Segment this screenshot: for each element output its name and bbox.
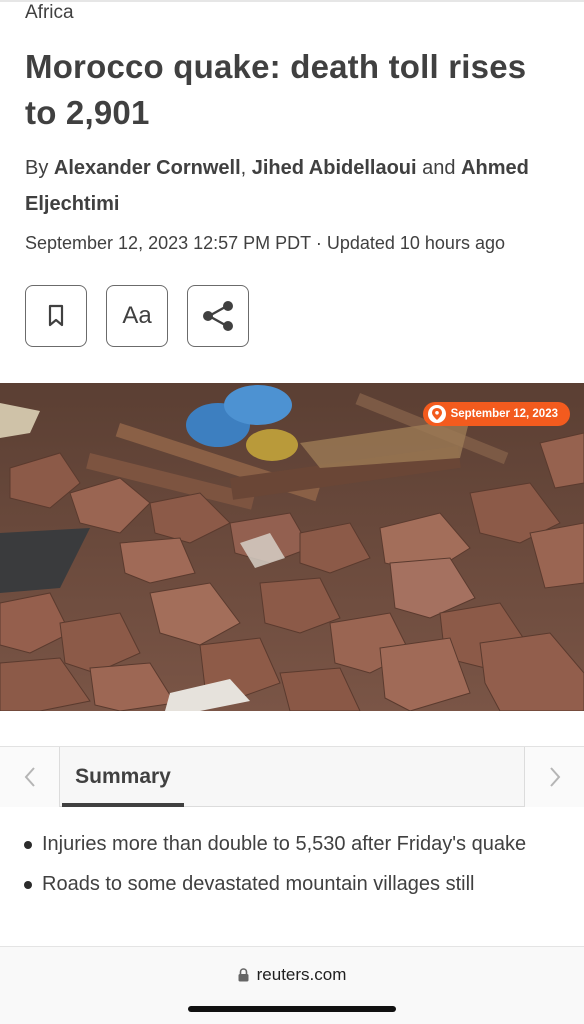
summary-bullet: Roads to some devastated mountain villag… [22,866,562,902]
date-badge-text: September 12, 2023 [450,408,558,420]
article-image[interactable]: September 12, 2023 [0,383,584,711]
summary-tabs: Summary [0,746,584,807]
prev-button[interactable] [0,747,60,807]
author-link[interactable]: Jihed Abidellaoui [252,157,417,179]
dateline: September 12, 2023 12:57 PM PDT · Update… [25,233,505,253]
chevron-right-icon [549,767,560,787]
home-indicator[interactable] [188,1006,396,1012]
bookmark-icon [48,304,64,327]
text-size-button[interactable]: Aa [106,285,168,347]
byline-separator: , [240,157,247,179]
byline-prefix: By [25,157,49,179]
rubble-photo [0,383,584,711]
browser-address-bar: reuters.com [0,946,584,1024]
date-badge: September 12, 2023 [422,402,570,426]
bookmark-button[interactable] [25,285,87,347]
byline-separator: and [422,157,456,179]
summary-list: Injuries more than double to 5,530 after… [22,826,562,906]
headline: Morocco quake: death toll rises to 2,901 [25,48,527,131]
tab-summary[interactable]: Summary [62,747,184,807]
section-tag[interactable]: Africa [25,2,74,24]
top-divider [0,0,584,2]
url-display[interactable]: reuters.com [0,965,584,985]
share-icon [203,301,233,331]
next-button[interactable] [524,747,584,807]
share-button[interactable] [187,285,249,347]
summary-bullet: Injuries more than double to 5,530 after… [22,826,562,862]
url-text: reuters.com [256,965,347,984]
location-pin-icon [427,405,446,423]
chevron-left-icon [24,767,35,787]
lock-icon [238,968,249,982]
author-link[interactable]: Alexander Cornwell [54,157,241,179]
article-toolbar: Aa [25,285,249,347]
text-size-label: Aa [122,302,152,329]
byline: By Alexander Cornwell, Jihed Abidellaoui… [25,150,565,222]
